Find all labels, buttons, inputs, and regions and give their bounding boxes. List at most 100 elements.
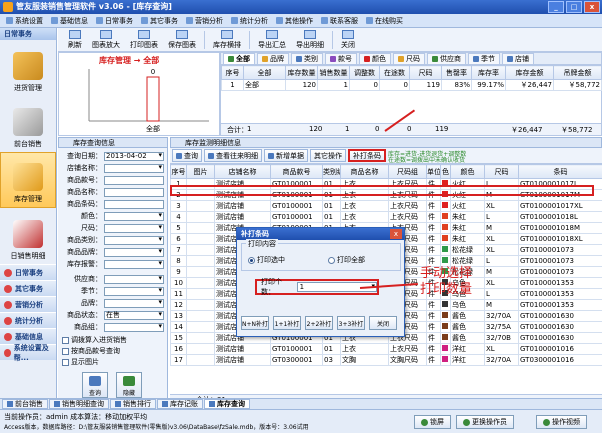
new-document-button[interactable]: 新增单据 — [264, 149, 308, 162]
nav-group-other[interactable]: 其它事务 — [0, 280, 56, 296]
query-section-tab[interactable]: 库存查询信息 — [58, 137, 168, 148]
video-help-button[interactable]: 操作视频 — [536, 415, 587, 429]
tab-brand[interactable]: 品牌 — [257, 53, 289, 64]
radio[interactable] — [328, 256, 335, 264]
query-date-input[interactable]: 2013-04-02 — [104, 151, 164, 161]
col-header[interactable]: 序号 — [221, 65, 244, 80]
checkbox[interactable] — [62, 336, 69, 344]
col-header[interactable]: 尺码组 — [388, 164, 427, 179]
style-input[interactable] — [104, 175, 164, 185]
tab-store[interactable]: 店铺 — [502, 53, 534, 64]
menu-daily[interactable]: 日常事务 — [92, 14, 137, 28]
col-header[interactable]: 尺码 — [409, 65, 442, 80]
nav-group-marketing[interactable]: 营销分析 — [0, 296, 56, 312]
table-row[interactable]: 17 测试店铺 GT0300001 03 文胸 文胸尺码件洋红 32/70A GT030000… — [170, 354, 602, 366]
tab-size[interactable]: 尺码 — [393, 53, 425, 64]
tab-sales-detail[interactable]: 销售明细查询 — [49, 399, 109, 409]
col-header[interactable]: 色 — [440, 164, 451, 179]
switch-operator-button[interactable]: 更换操作员 — [456, 415, 514, 429]
print-chart-button[interactable]: 打印图表 — [128, 29, 160, 50]
size-select[interactable] — [104, 223, 164, 233]
check-by-style[interactable]: 按商品款号查询 — [62, 346, 120, 356]
product-brand-select[interactable] — [104, 247, 164, 257]
nav-purchase[interactable]: 进货管理 — [0, 40, 56, 96]
check-show-image[interactable]: 显示图片 — [62, 357, 99, 367]
supplier-select[interactable] — [104, 274, 164, 284]
check-transfer[interactable]: 调拨算入进货销售 — [62, 335, 127, 345]
col-header[interactable]: 条码 — [518, 164, 602, 179]
menu-other[interactable]: 其它事务 — [137, 14, 182, 28]
close-tool-button[interactable]: 关闭 — [339, 29, 357, 50]
menu-basic[interactable]: 基础信息 — [47, 14, 92, 28]
col-header[interactable]: 店铺名称 — [214, 164, 271, 179]
tab-pos[interactable]: 前台销售 — [2, 399, 48, 409]
table-row[interactable]: 4 测试店铺 GT0100001 01 上衣 上衣尺码件朱红 L GT0100001018L — [170, 211, 602, 223]
minimize-button[interactable]: _ — [548, 1, 564, 13]
col-header[interactable]: 售罄率 — [441, 65, 472, 80]
status-select[interactable]: 在售 — [104, 310, 164, 320]
table-row[interactable]: 1 全部 120 1 0 0 119 83% 99.17% ￥26,447 ￥5… — [221, 79, 602, 91]
col-header[interactable]: 颜色 — [450, 164, 485, 179]
view-details-button[interactable]: 查看往来明细 — [204, 149, 262, 162]
nav-pos[interactable]: 前台销售 — [0, 96, 56, 152]
print-11-button[interactable]: 1+1补打 — [273, 316, 301, 330]
tab-style[interactable]: 款号 — [325, 53, 357, 64]
tab-supplier[interactable]: 供应商 — [427, 53, 466, 64]
tab-all[interactable]: 全部 — [223, 53, 255, 64]
refresh-button[interactable]: 刷新 — [66, 29, 84, 50]
nav-group-settings[interactable]: 系统设置及帮... — [0, 344, 56, 362]
table-row[interactable]: 3 测试店铺 GT0100001 01 上衣 上衣尺码件火红 XL GT0100001017X… — [170, 200, 602, 212]
nav-group-stats[interactable]: 统计分析 — [0, 312, 56, 328]
col-header[interactable]: 在途数 — [379, 65, 410, 80]
dialog-close-button[interactable]: 关闭 — [369, 316, 397, 330]
print-33-button[interactable]: 3+3补打 — [337, 316, 365, 330]
menu-support[interactable]: 联系客服 — [317, 14, 362, 28]
checkbox[interactable] — [62, 347, 69, 355]
col-header[interactable]: 图片 — [186, 164, 215, 179]
barcode-input[interactable] — [104, 199, 164, 209]
col-header[interactable]: 类别编号 — [322, 164, 341, 179]
radio-print-selected[interactable]: 打印选中 — [248, 255, 285, 265]
tab-season[interactable]: 季节 — [468, 53, 500, 64]
col-header[interactable]: 库存数量 — [285, 65, 318, 80]
nav-group-daily[interactable]: 日常事务 — [0, 264, 56, 280]
print-nn-button[interactable]: N+N补打 — [241, 316, 269, 330]
export-detail-button[interactable]: 导出明细 — [294, 29, 326, 50]
menu-stats[interactable]: 统计分析 — [227, 14, 272, 28]
tab-color[interactable]: 颜色 — [359, 53, 391, 64]
col-header[interactable]: 库存金额 — [505, 65, 554, 80]
season-select[interactable] — [104, 286, 164, 296]
col-header[interactable]: 全部 — [243, 65, 286, 80]
reprint-barcode-button[interactable]: 补打条码 — [348, 149, 386, 162]
col-header[interactable]: 商品名称 — [340, 164, 389, 179]
dialog-close-icon[interactable]: x — [390, 229, 402, 239]
col-header[interactable]: 调整数 — [349, 65, 380, 80]
save-chart-button[interactable]: 保存图表 — [166, 29, 198, 50]
color-select[interactable] — [104, 211, 164, 221]
nav-daily-sales[interactable]: 日销售明细 — [0, 208, 56, 264]
tab-stock-ledger[interactable]: 库存记账 — [157, 399, 203, 409]
zoom-chart-button[interactable]: 图表放大 — [90, 29, 122, 50]
print-22-button[interactable]: 2+2补打 — [305, 316, 333, 330]
query-button[interactable]: 查询 — [82, 372, 108, 398]
tab-stock-query[interactable]: 库存查询 — [204, 399, 250, 409]
lock-screen-button[interactable]: 锁屏 — [414, 415, 451, 429]
menu-ops[interactable]: 其他操作 — [272, 14, 317, 28]
col-header[interactable]: 吊牌金额 — [553, 65, 602, 80]
maximize-button[interactable]: □ — [566, 1, 582, 13]
export-summary-button[interactable]: 导出汇总 — [256, 29, 288, 50]
stock-alarm-select[interactable] — [104, 259, 164, 269]
radio-print-all[interactable]: 打印全部 — [328, 255, 365, 265]
menu-system[interactable]: 系统设置 — [2, 14, 47, 28]
radio[interactable] — [248, 256, 255, 264]
hide-button[interactable]: 隐藏 — [116, 372, 142, 398]
other-ops-button[interactable]: 其它操作 — [310, 149, 346, 162]
store-select[interactable] — [104, 163, 164, 173]
brand-select[interactable] — [104, 298, 164, 308]
table-row[interactable]: 16 测试店铺 GT0100001 01 上衣 上衣尺码件洋红 XL GT0100001016 — [170, 343, 602, 355]
detail-query-button[interactable]: 查询 — [172, 149, 202, 162]
tab-category[interactable]: 类别 — [291, 53, 323, 64]
menu-buy[interactable]: 在线购买 — [362, 14, 407, 28]
col-header[interactable]: 库存率 — [471, 65, 506, 80]
col-header[interactable]: 销售数量 — [317, 65, 350, 80]
